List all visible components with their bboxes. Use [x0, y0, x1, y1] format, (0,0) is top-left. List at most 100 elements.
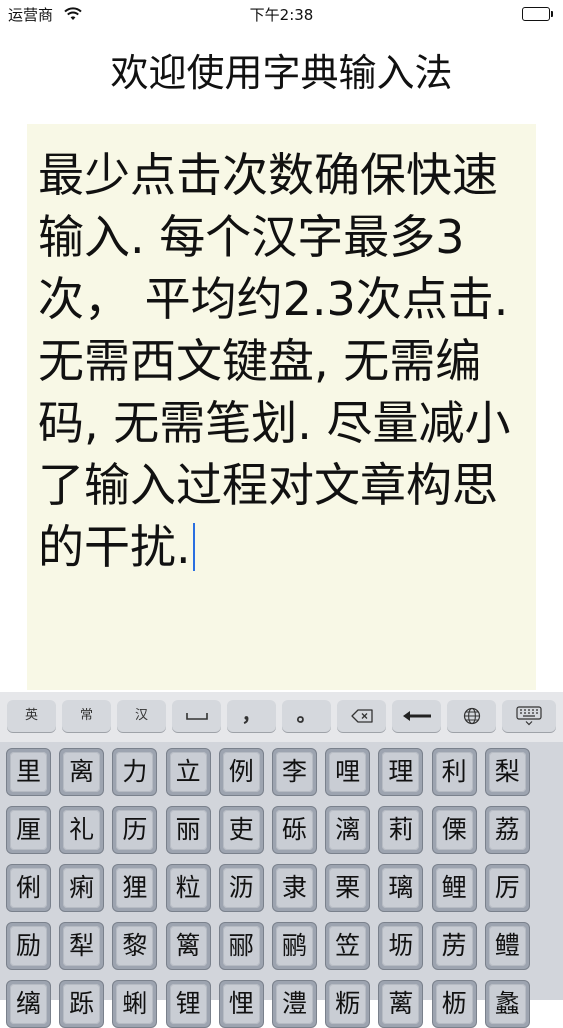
- candidate-key[interactable]: 梨: [484, 748, 530, 796]
- globe-icon: [463, 707, 480, 725]
- candidate-key[interactable]: 犁: [59, 922, 105, 970]
- return-arrow-icon: [402, 711, 431, 721]
- candidate-key[interactable]: 澧: [272, 980, 317, 1028]
- candidate-key[interactable]: 黎: [112, 922, 158, 970]
- candidate-char: 蠡: [488, 984, 526, 1024]
- keyboard-toolbar: 英 常 汉 ， 。: [0, 692, 563, 742]
- candidate-char: 吏: [222, 810, 260, 850]
- candidate-char: 狸: [116, 868, 154, 908]
- candidate-char: 栗: [329, 868, 367, 908]
- candidate-char: 荔: [488, 810, 526, 850]
- candidate-key[interactable]: 悝: [218, 980, 264, 1028]
- candidate-key[interactable]: 礼: [59, 806, 105, 854]
- candidate-key[interactable]: 篱: [165, 922, 211, 970]
- candidate-char: 沥: [222, 868, 260, 908]
- candidate-key[interactable]: 立: [165, 748, 211, 796]
- candidate-key[interactable]: 俐: [6, 864, 51, 912]
- candidate-char: 犁: [63, 926, 101, 966]
- candidate-char: 例: [222, 752, 260, 792]
- candidate-key[interactable]: 栗: [325, 864, 371, 912]
- candidate-char: 历: [116, 810, 154, 850]
- candidate-key[interactable]: 蓠: [378, 980, 424, 1028]
- comma-key[interactable]: ，: [227, 700, 276, 732]
- candidate-key[interactable]: 跞: [59, 980, 105, 1028]
- candidate-key[interactable]: 蠡: [484, 980, 530, 1028]
- candidate-key[interactable]: 李: [272, 748, 317, 796]
- candidate-char: 漓: [329, 810, 367, 850]
- battery-tip: [551, 11, 553, 17]
- candidate-char: 厉: [488, 868, 526, 908]
- candidate-key[interactable]: 厉: [484, 864, 530, 912]
- candidate-char: 理: [382, 752, 420, 792]
- candidate-char: 隶: [276, 868, 313, 908]
- status-bar: 运营商 下午2:38: [0, 0, 563, 30]
- candidate-char: 璃: [382, 868, 420, 908]
- candidate-key[interactable]: 利: [431, 748, 477, 796]
- period-key[interactable]: 。: [282, 700, 331, 732]
- space-key[interactable]: [172, 700, 221, 732]
- candidate-key[interactable]: 吏: [218, 806, 264, 854]
- candidate-key[interactable]: 坜: [378, 922, 424, 970]
- candidate-key[interactable]: 哩: [325, 748, 371, 796]
- candidate-char: 励: [10, 926, 47, 966]
- candidate-key[interactable]: 沥: [218, 864, 264, 912]
- text-cursor: [192, 523, 195, 571]
- candidate-char: 篱: [169, 926, 207, 966]
- hide-keyboard-key[interactable]: [502, 700, 556, 732]
- candidate-key[interactable]: 蜊: [112, 980, 158, 1028]
- candidate-char: 蜊: [116, 984, 154, 1024]
- candidate-key[interactable]: 例: [218, 748, 264, 796]
- candidate-char: 蓠: [382, 984, 420, 1024]
- candidate-key[interactable]: 隶: [272, 864, 317, 912]
- candidate-key[interactable]: 鹂: [272, 922, 317, 970]
- candidate-key[interactable]: 鲤: [431, 864, 477, 912]
- candidate-key[interactable]: 丽: [165, 806, 211, 854]
- candidate-key[interactable]: 里: [6, 748, 51, 796]
- candidate-key[interactable]: 莉: [378, 806, 424, 854]
- candidate-key[interactable]: 漓: [325, 806, 371, 854]
- candidate-char: 利: [435, 752, 473, 792]
- candidate-key[interactable]: 郦: [218, 922, 264, 970]
- candidate-char: 缡: [10, 984, 47, 1024]
- english-mode-key[interactable]: 英: [7, 700, 56, 732]
- candidate-char: 离: [63, 752, 101, 792]
- return-key[interactable]: [392, 700, 441, 732]
- candidate-key[interactable]: 厘: [6, 806, 51, 854]
- candidate-key[interactable]: 锂: [165, 980, 211, 1028]
- candidate-char: 粝: [329, 984, 367, 1024]
- candidate-char: 粒: [169, 868, 207, 908]
- candidate-key[interactable]: 砾: [272, 806, 317, 854]
- globe-key[interactable]: [447, 700, 496, 732]
- candidate-key[interactable]: 荔: [484, 806, 530, 854]
- common-mode-key[interactable]: 常: [62, 700, 111, 732]
- candidate-char: 哩: [329, 752, 367, 792]
- battery-icon: [522, 7, 550, 21]
- candidate-key[interactable]: 枥: [431, 980, 477, 1028]
- candidate-key[interactable]: 历: [112, 806, 158, 854]
- chinese-mode-key[interactable]: 汉: [117, 700, 166, 732]
- candidate-key[interactable]: 粝: [325, 980, 371, 1028]
- candidate-key[interactable]: 离: [59, 748, 105, 796]
- text-editor[interactable]: 最少点击次数确保快速输入. 每个汉字最多3次， 平均约2.3次点击. 无需西文键…: [27, 124, 536, 690]
- candidate-key[interactable]: 笠: [325, 922, 371, 970]
- candidate-key[interactable]: 狸: [112, 864, 158, 912]
- candidate-char: 澧: [276, 984, 313, 1024]
- candidate-key[interactable]: 痢: [59, 864, 105, 912]
- candidate-key[interactable]: 励: [6, 922, 51, 970]
- candidate-key[interactable]: 缡: [6, 980, 51, 1028]
- candidate-key[interactable]: 傈: [431, 806, 477, 854]
- candidate-char: 里: [10, 752, 47, 792]
- candidate-key[interactable]: 苈: [431, 922, 477, 970]
- candidate-char: 痢: [63, 868, 101, 908]
- candidate-key[interactable]: 鳢: [484, 922, 530, 970]
- keyboard: 英 常 汉 ， 。 里 离 力 立 例 李 哩 理 利 梨 厘 礼 历 丽 吏 …: [0, 692, 563, 1028]
- editor-text-area[interactable]: 最少点击次数确保快速输入. 每个汉字最多3次， 平均约2.3次点击. 无需西文键…: [38, 144, 532, 578]
- candidate-char: 郦: [222, 926, 260, 966]
- candidate-char: 俐: [10, 868, 47, 908]
- backspace-key[interactable]: [337, 700, 386, 732]
- candidate-key[interactable]: 璃: [378, 864, 424, 912]
- candidate-key[interactable]: 力: [112, 748, 158, 796]
- candidate-char: 厘: [10, 810, 47, 850]
- candidate-key[interactable]: 理: [378, 748, 424, 796]
- candidate-key[interactable]: 粒: [165, 864, 211, 912]
